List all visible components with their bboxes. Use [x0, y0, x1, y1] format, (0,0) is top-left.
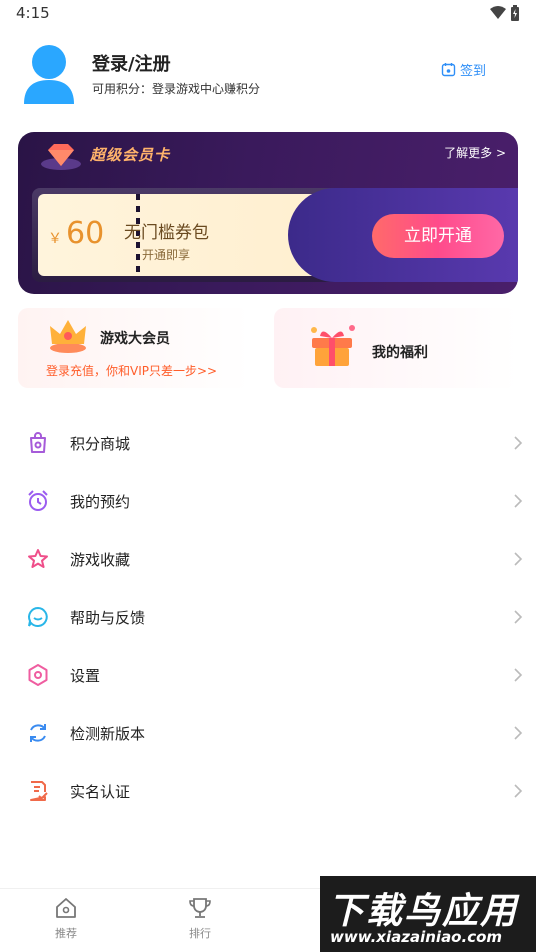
tab-ranking[interactable]: 排行 [170, 895, 230, 941]
menu-item-real-name-auth[interactable]: 实名认证 [0, 762, 536, 820]
coupon-ticket: ￥ 60 无门槛券包 开通即享 立即开通 [32, 188, 518, 282]
settings-menu: 积分商城 我的预约 游戏收藏 帮助与反馈 设置 检测新版本 实名认证 [0, 414, 536, 820]
alarm-clock-icon [28, 490, 48, 511]
tab-label: 推荐 [55, 927, 77, 940]
battery-icon [511, 5, 519, 21]
tab-label: 排行 [189, 927, 211, 940]
status-bar: 4:15 [0, 0, 536, 28]
crown-icon [50, 320, 86, 353]
home-icon [56, 898, 76, 918]
login-register-link[interactable]: 登录/注册 [92, 50, 171, 76]
game-vip-card[interactable]: 游戏大会员 登录充值，你和VIP只差一步>> [18, 308, 250, 388]
open-vip-button[interactable]: 立即开通 [372, 214, 504, 258]
coupon-subtitle: 开通即享 [142, 248, 191, 262]
menu-label: 游戏收藏 [70, 551, 131, 569]
chevron-right-icon [514, 668, 523, 682]
gift-icon [311, 325, 355, 366]
feature-cards: 游戏大会员 登录充值，你和VIP只差一步>> 我的福利 [18, 308, 518, 392]
menu-item-settings[interactable]: 设置 [0, 646, 536, 704]
checkin-button[interactable]: 签到 [441, 60, 486, 79]
points-info: 可用积分：登录游戏中心赚积分 [92, 82, 261, 96]
chevron-right-icon [514, 552, 523, 566]
game-vip-title: 游戏大会员 [100, 331, 170, 347]
id-document-icon [30, 781, 48, 801]
menu-label: 帮助与反馈 [70, 609, 146, 627]
chevron-right-icon [514, 436, 523, 450]
vip-card-title: 超级会员卡 [90, 146, 171, 164]
star-icon [28, 549, 48, 568]
menu-item-reservations[interactable]: 我的预约 [0, 472, 536, 530]
profile-header: 登录/注册 可用积分：登录游戏中心赚积分 签到 [0, 40, 536, 110]
diamond-icon [41, 144, 81, 170]
avatar-icon[interactable] [22, 42, 76, 104]
tab-recommend[interactable]: 推荐 [36, 895, 96, 941]
menu-item-favorites[interactable]: 游戏收藏 [0, 530, 536, 588]
super-vip-card[interactable]: 超级会员卡 了解更多 > ￥ 60 无门槛券包 开通即享 立即开通 [18, 132, 518, 294]
watermark-title: 下载鸟应用 [328, 891, 519, 932]
menu-label: 设置 [70, 667, 101, 685]
refresh-icon [30, 724, 46, 742]
menu-item-help-feedback[interactable]: 帮助与反馈 [0, 588, 536, 646]
menu-label: 检测新版本 [70, 725, 146, 743]
status-time: 4:15 [16, 4, 50, 22]
status-icons [490, 5, 520, 21]
site-watermark: 下载鸟应用 www.xiazainiao.com [320, 876, 536, 952]
learn-more-link[interactable]: 了解更多 > [444, 144, 506, 161]
chevron-right-icon [514, 610, 523, 624]
my-welfare-card[interactable]: 我的福利 [274, 308, 518, 388]
coupon-title: 无门槛券包 [124, 223, 209, 243]
checkin-label: 签到 [460, 64, 487, 79]
menu-item-check-update[interactable]: 检测新版本 [0, 704, 536, 762]
hexagon-settings-icon [28, 664, 48, 686]
currency-symbol: ￥ [48, 231, 62, 247]
watermark-url: www.xiazainiao.com [330, 928, 503, 946]
menu-label: 实名认证 [70, 783, 131, 801]
menu-label: 我的预约 [70, 493, 131, 511]
chevron-right-icon [514, 494, 523, 508]
welfare-title: 我的福利 [372, 345, 428, 361]
menu-item-points-mall[interactable]: 积分商城 [0, 414, 536, 472]
coupon-price: ￥ 60 [48, 216, 104, 251]
chevron-right-icon [514, 784, 523, 798]
menu-label: 积分商城 [70, 435, 131, 453]
game-vip-subtitle: 登录充值，你和VIP只差一步>> [46, 364, 218, 378]
price-value: 60 [66, 216, 105, 251]
wifi-icon [490, 6, 506, 19]
shopping-bag-icon [30, 432, 46, 453]
chat-bubble-icon [28, 606, 48, 627]
calendar-icon [441, 63, 456, 77]
trophy-icon [189, 898, 211, 918]
chevron-right-icon [514, 726, 523, 740]
